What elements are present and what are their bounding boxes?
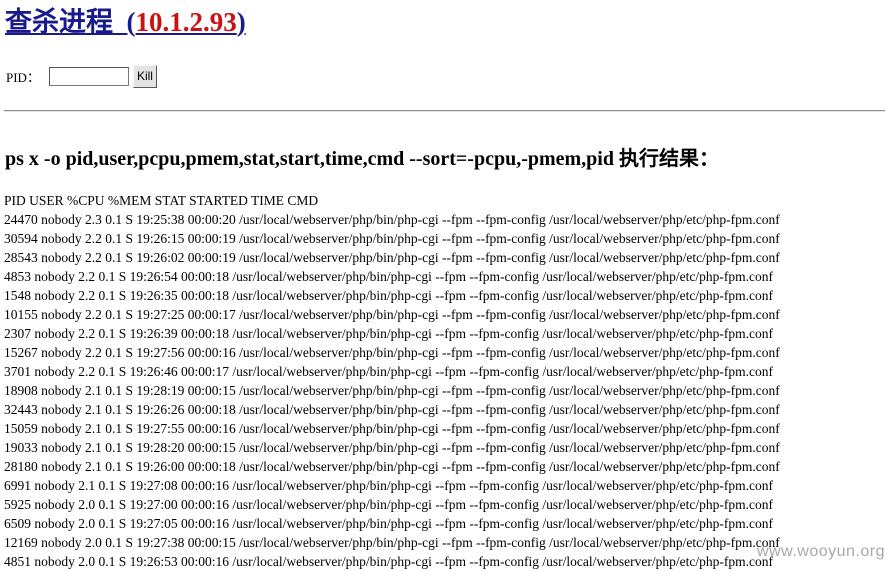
process-row: 4851 nobody 2.0 0.1 S 19:26:53 00:00:16 … [4, 554, 773, 569]
process-row: 2307 nobody 2.2 0.1 S 19:26:39 00:00:18 … [4, 326, 773, 341]
watermark: www.wooyun.org [757, 543, 885, 560]
process-row: 12169 nobody 2.0 0.1 S 19:27:38 00:00:15… [4, 535, 780, 550]
server-ip: 10.1.2.93 [135, 7, 237, 37]
process-row: 6509 nobody 2.0 0.1 S 19:27:05 00:00:16 … [4, 516, 773, 531]
kill-form: PID： Kill [6, 63, 157, 89]
pid-input[interactable] [48, 66, 129, 86]
pid-label: PID： [6, 69, 40, 85]
process-row: 19033 nobody 2.1 0.1 S 19:28:20 00:00:15… [4, 440, 780, 455]
process-row: 4853 nobody 2.2 0.1 S 19:26:54 00:00:18 … [4, 269, 773, 284]
process-output: PID USER %CPU %MEM STAT STARTED TIME CMD… [4, 191, 887, 571]
process-row: 24470 nobody 2.3 0.1 S 19:25:38 00:00:20… [4, 212, 780, 227]
process-row: 28180 nobody 2.1 0.1 S 19:26:00 00:00:18… [4, 459, 780, 474]
process-row: 5925 nobody 2.0 0.1 S 19:27:00 00:00:16 … [4, 497, 773, 512]
process-row: 15267 nobody 2.2 0.1 S 19:27:56 00:00:16… [4, 345, 780, 360]
process-row: 32443 nobody 2.1 0.1 S 19:26:26 00:00:18… [4, 402, 780, 417]
output-header-line: PID USER %CPU %MEM STAT STARTED TIME CMD [4, 193, 319, 208]
page-title-link[interactable]: 查杀进程 (10.1.2.93) [5, 7, 246, 37]
process-row: 15059 nobody 2.1 0.1 S 19:27:55 00:00:16… [4, 421, 780, 436]
process-row: 3701 nobody 2.2 0.1 S 19:26:46 00:00:17 … [4, 364, 773, 379]
process-row: 10155 nobody 2.2 0.1 S 19:27:25 00:00:17… [4, 307, 780, 322]
page-title-text: 查杀进程 [5, 7, 113, 37]
divider [4, 110, 885, 112]
command-heading: ps x -o pid,user,pcpu,pmem,stat,start,ti… [5, 148, 719, 170]
page-title[interactable]: 查杀进程 (10.1.2.93) [5, 2, 246, 42]
server-ip-close-paren: ) [236, 7, 246, 37]
process-row: 30594 nobody 2.2 0.1 S 19:26:15 00:00:19… [4, 231, 780, 246]
process-row: 1548 nobody 2.2 0.1 S 19:26:35 00:00:18 … [4, 288, 773, 303]
process-row: 28543 nobody 2.2 0.1 S 19:26:02 00:00:19… [4, 250, 780, 265]
kill-button[interactable]: Kill [132, 64, 157, 88]
server-ip-open-paren: ( [126, 7, 136, 37]
process-row: 6991 nobody 2.1 0.1 S 19:27:08 00:00:16 … [4, 478, 773, 493]
process-row: 18908 nobody 2.1 0.1 S 19:28:19 00:00:15… [4, 383, 780, 398]
